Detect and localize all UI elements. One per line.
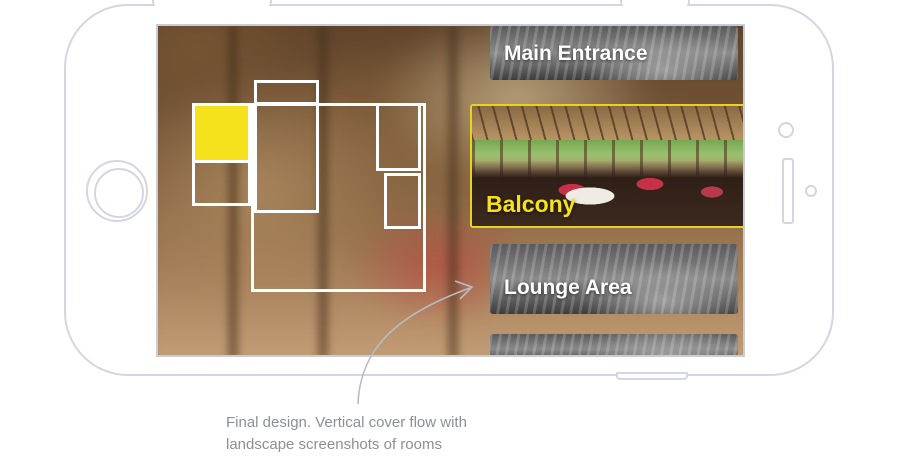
caption-line-1: Final design. Vertical cover flow with — [226, 414, 467, 431]
caption-line-2: landscape screenshots of rooms — [226, 436, 442, 453]
caption: Final design. Vertical cover flow with l… — [226, 412, 566, 456]
arrow-line — [357, 287, 471, 405]
annotation-arrow — [357, 280, 474, 405]
